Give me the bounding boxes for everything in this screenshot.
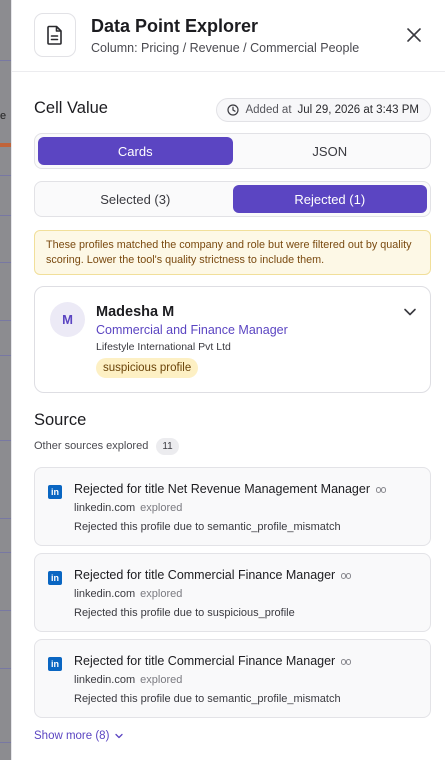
status-badge: suspicious profile bbox=[96, 358, 199, 378]
source-domain-text: linkedin.com bbox=[74, 502, 136, 514]
close-icon[interactable] bbox=[403, 24, 425, 46]
background-text-fragment: e bbox=[0, 110, 7, 122]
rejection-reason: Rejected this profile due to semantic_pr… bbox=[74, 693, 341, 705]
source-status: explored bbox=[140, 588, 183, 600]
source-status: explored bbox=[140, 674, 183, 686]
background-line bbox=[0, 215, 11, 216]
background-line bbox=[0, 60, 11, 61]
source-title: Rejected for title Net Revenue Managemen… bbox=[74, 482, 386, 496]
profile-card[interactable]: M Madesha M Commercial and Finance Manag… bbox=[34, 286, 431, 393]
source-title: Rejected for title Commercial Finance Ma… bbox=[74, 654, 352, 668]
chevron-down-icon bbox=[115, 733, 124, 739]
other-sources-label: Other sources explored bbox=[34, 440, 149, 452]
linkedin-icon: in bbox=[48, 485, 62, 499]
source-title-text: Rejected for title Commercial Finance Ma… bbox=[74, 654, 336, 668]
source-domain-text: linkedin.com bbox=[74, 588, 136, 600]
background-line bbox=[0, 175, 11, 176]
page-title: Data Point Explorer bbox=[91, 16, 259, 36]
column-subtitle: Column: Pricing / Revenue / Commercial P… bbox=[91, 41, 360, 55]
source-domain: linkedin.com explored bbox=[74, 502, 182, 514]
link-icon[interactable] bbox=[341, 658, 352, 665]
other-sources-count: 11 bbox=[156, 437, 179, 455]
source-card[interactable]: in Rejected for title Commercial Finance… bbox=[34, 553, 431, 632]
background-line bbox=[0, 552, 11, 553]
source-status: explored bbox=[140, 502, 183, 514]
added-at-badge: Added at Jul 29, 2026 at 3:43 PM bbox=[216, 98, 431, 122]
background-overlay: e bbox=[0, 0, 11, 760]
link-icon[interactable] bbox=[341, 572, 352, 579]
added-at-label: Added at bbox=[245, 104, 292, 116]
link-icon[interactable] bbox=[376, 486, 386, 493]
linkedin-icon: in bbox=[48, 571, 62, 585]
document-icon bbox=[34, 13, 76, 57]
background-accent-bar bbox=[0, 143, 11, 147]
rejection-reason: Rejected this profile due to suspicious_… bbox=[74, 607, 295, 619]
source-title-text: Rejected for title Net Revenue Managemen… bbox=[74, 482, 370, 496]
background-line bbox=[0, 742, 11, 743]
clock-icon bbox=[227, 104, 240, 116]
cell-value-row: Cell Value Added at Jul 29, 2026 at 3:43… bbox=[34, 98, 431, 122]
rejection-reason: Rejected this profile due to semantic_pr… bbox=[74, 521, 341, 533]
background-line bbox=[0, 320, 11, 321]
background-line bbox=[0, 518, 11, 519]
profile-company: Lifestyle International Pvt Ltd bbox=[96, 341, 231, 353]
background-line bbox=[0, 440, 11, 441]
linkedin-icon: in bbox=[48, 657, 62, 671]
view-mode-toggle: Cards JSON bbox=[34, 133, 431, 169]
source-domain: linkedin.com explored bbox=[74, 674, 182, 686]
tab-json[interactable]: JSON bbox=[233, 137, 428, 165]
quality-warning-banner: These profiles matched the company and r… bbox=[34, 230, 431, 275]
background-line bbox=[0, 668, 11, 669]
tab-rejected[interactable]: Rejected (1) bbox=[232, 185, 427, 213]
source-card[interactable]: in Rejected for title Net Revenue Manage… bbox=[34, 467, 431, 546]
source-card[interactable]: in Rejected for title Commercial Finance… bbox=[34, 639, 431, 718]
show-more-link[interactable]: Show more (8) bbox=[34, 730, 124, 742]
other-sources-row: Other sources explored 11 bbox=[34, 437, 179, 455]
profile-name: Madesha M bbox=[96, 304, 175, 320]
background-line bbox=[0, 262, 11, 263]
profile-role: Commercial and Finance Manager bbox=[96, 323, 288, 337]
source-domain-text: linkedin.com bbox=[74, 674, 136, 686]
data-point-explorer-panel: Data Point Explorer Column: Pricing / Re… bbox=[11, 0, 445, 760]
source-domain: linkedin.com explored bbox=[74, 588, 182, 600]
show-more-label: Show more (8) bbox=[34, 730, 110, 742]
background-line bbox=[0, 355, 11, 356]
avatar: M bbox=[50, 302, 85, 337]
panel-header: Data Point Explorer Column: Pricing / Re… bbox=[12, 0, 445, 72]
source-title-text: Rejected for title Commercial Finance Ma… bbox=[74, 568, 336, 582]
filter-toggle: Selected (3) Rejected (1) bbox=[34, 181, 431, 217]
cell-value-heading: Cell Value bbox=[34, 99, 108, 117]
source-title: Rejected for title Commercial Finance Ma… bbox=[74, 568, 352, 582]
chevron-down-icon[interactable] bbox=[402, 304, 418, 320]
tab-cards[interactable]: Cards bbox=[38, 137, 233, 165]
added-at-value: Jul 29, 2026 at 3:43 PM bbox=[297, 104, 419, 116]
background-line bbox=[0, 610, 11, 611]
source-heading: Source bbox=[34, 411, 87, 429]
tab-selected[interactable]: Selected (3) bbox=[38, 185, 233, 213]
